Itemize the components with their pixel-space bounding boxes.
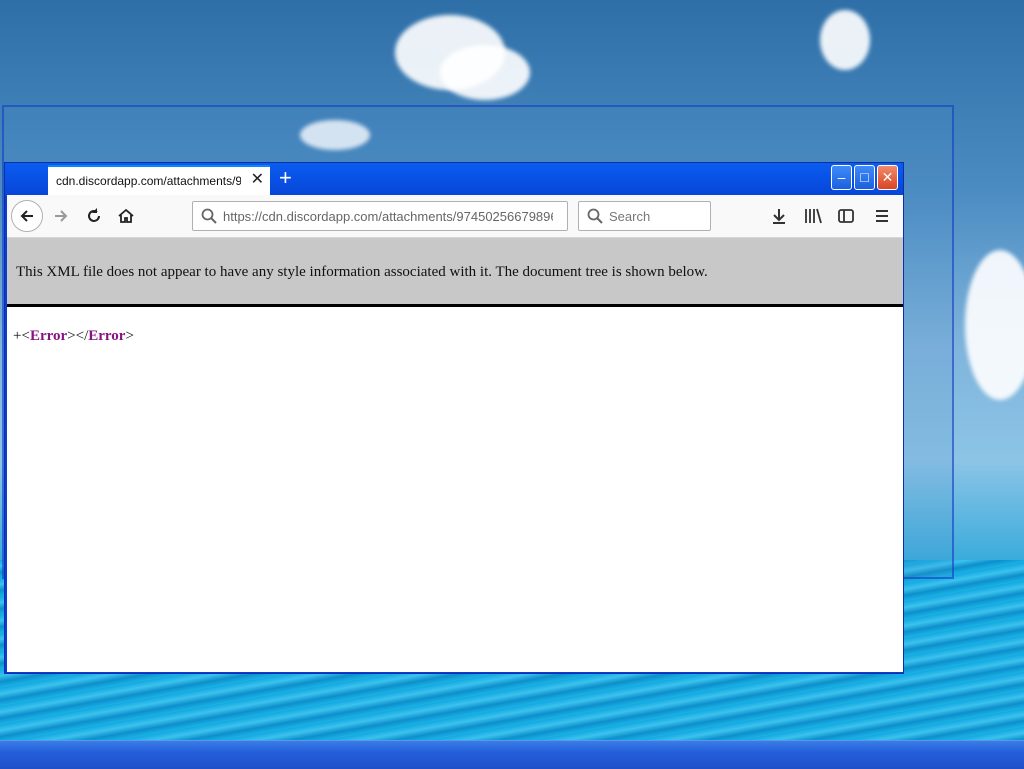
xml-tree: +<Error></Error> <box>13 328 134 344</box>
url-bar[interactable]: https://cdn.discordapp.com/attachments/9… <box>192 201 568 231</box>
tab-bar: cdn.discordapp.com/attachments/9745 ✕ + … <box>5 163 903 195</box>
back-icon[interactable] <box>11 200 43 232</box>
browser-window: cdn.discordapp.com/attachments/9745 ✕ + … <box>4 162 904 674</box>
active-tab[interactable]: cdn.discordapp.com/attachments/9745 ✕ <box>48 165 270 195</box>
search-input[interactable]: Search <box>578 201 711 231</box>
page-content: This XML file does not appear to have an… <box>7 238 903 672</box>
close-tag: Error <box>88 328 126 344</box>
xml-notice-text: This XML file does not appear to have an… <box>16 264 708 280</box>
cloud <box>965 250 1024 400</box>
close-window-button[interactable]: ✕ <box>877 165 898 190</box>
search-icon <box>587 208 603 224</box>
library-icon[interactable] <box>800 203 826 229</box>
sidebar-icon[interactable] <box>833 203 859 229</box>
close-tab-icon[interactable]: ✕ <box>251 172 264 188</box>
open-tag: Error <box>29 328 68 344</box>
cloud <box>440 45 530 100</box>
forward-icon[interactable] <box>48 203 74 229</box>
download-icon[interactable] <box>766 203 792 229</box>
tab-title: cdn.discordapp.com/attachments/9745 <box>56 174 241 188</box>
tree-expander[interactable]: + <box>13 328 21 344</box>
home-icon[interactable] <box>113 203 139 229</box>
url-text: https://cdn.discordapp.com/attachments/9… <box>223 208 553 224</box>
search-icon <box>201 208 217 224</box>
minimize-button[interactable]: – <box>831 165 852 190</box>
menu-icon[interactable] <box>869 203 895 229</box>
navigation-toolbar: https://cdn.discordapp.com/attachments/9… <box>7 195 903 238</box>
taskbar[interactable] <box>0 740 1024 769</box>
maximize-button[interactable]: □ <box>854 165 875 190</box>
xml-info-banner: This XML file does not appear to have an… <box>7 238 903 307</box>
cloud <box>820 10 870 70</box>
search-placeholder: Search <box>609 208 651 224</box>
reload-icon[interactable] <box>81 203 107 229</box>
new-tab-button[interactable]: + <box>279 167 292 189</box>
